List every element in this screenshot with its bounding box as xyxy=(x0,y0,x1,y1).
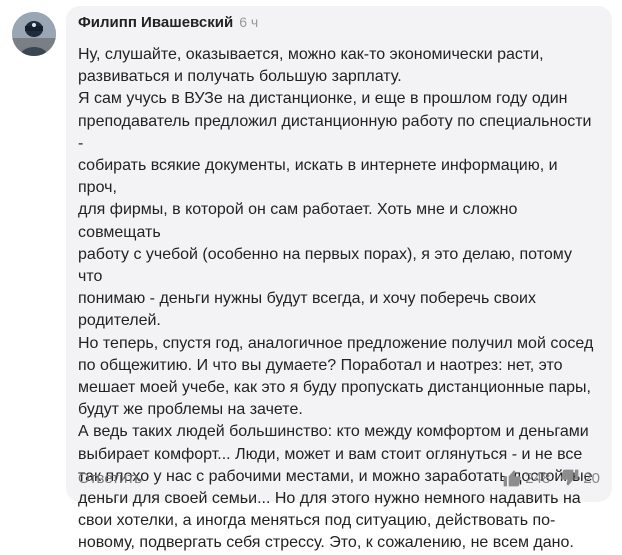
comment: Филипп Ивашевский 6 ч Ну, слушайте, оказ… xyxy=(0,0,622,551)
like-count: 248 xyxy=(525,469,551,487)
comment-bubble: Филипп Ивашевский 6 ч Ну, слушайте, оказ… xyxy=(66,6,612,551)
thumbs-down-icon xyxy=(561,469,579,486)
author-name[interactable]: Филипп Ивашевский xyxy=(78,14,233,31)
comment-footer: Ответить 248 20 xyxy=(78,466,600,490)
user-avatar-image xyxy=(12,12,56,56)
like-button[interactable]: 248 xyxy=(502,468,550,488)
thumbs-up-icon xyxy=(503,470,522,487)
dislike-count: 20 xyxy=(583,469,600,487)
reply-button[interactable]: Ответить xyxy=(78,470,142,487)
dislike-button[interactable]: 20 xyxy=(560,468,600,488)
comment-time: 6 ч xyxy=(239,14,259,30)
comment-header: Филипп Ивашевский 6 ч xyxy=(78,14,600,36)
avatar[interactable] xyxy=(12,12,56,56)
